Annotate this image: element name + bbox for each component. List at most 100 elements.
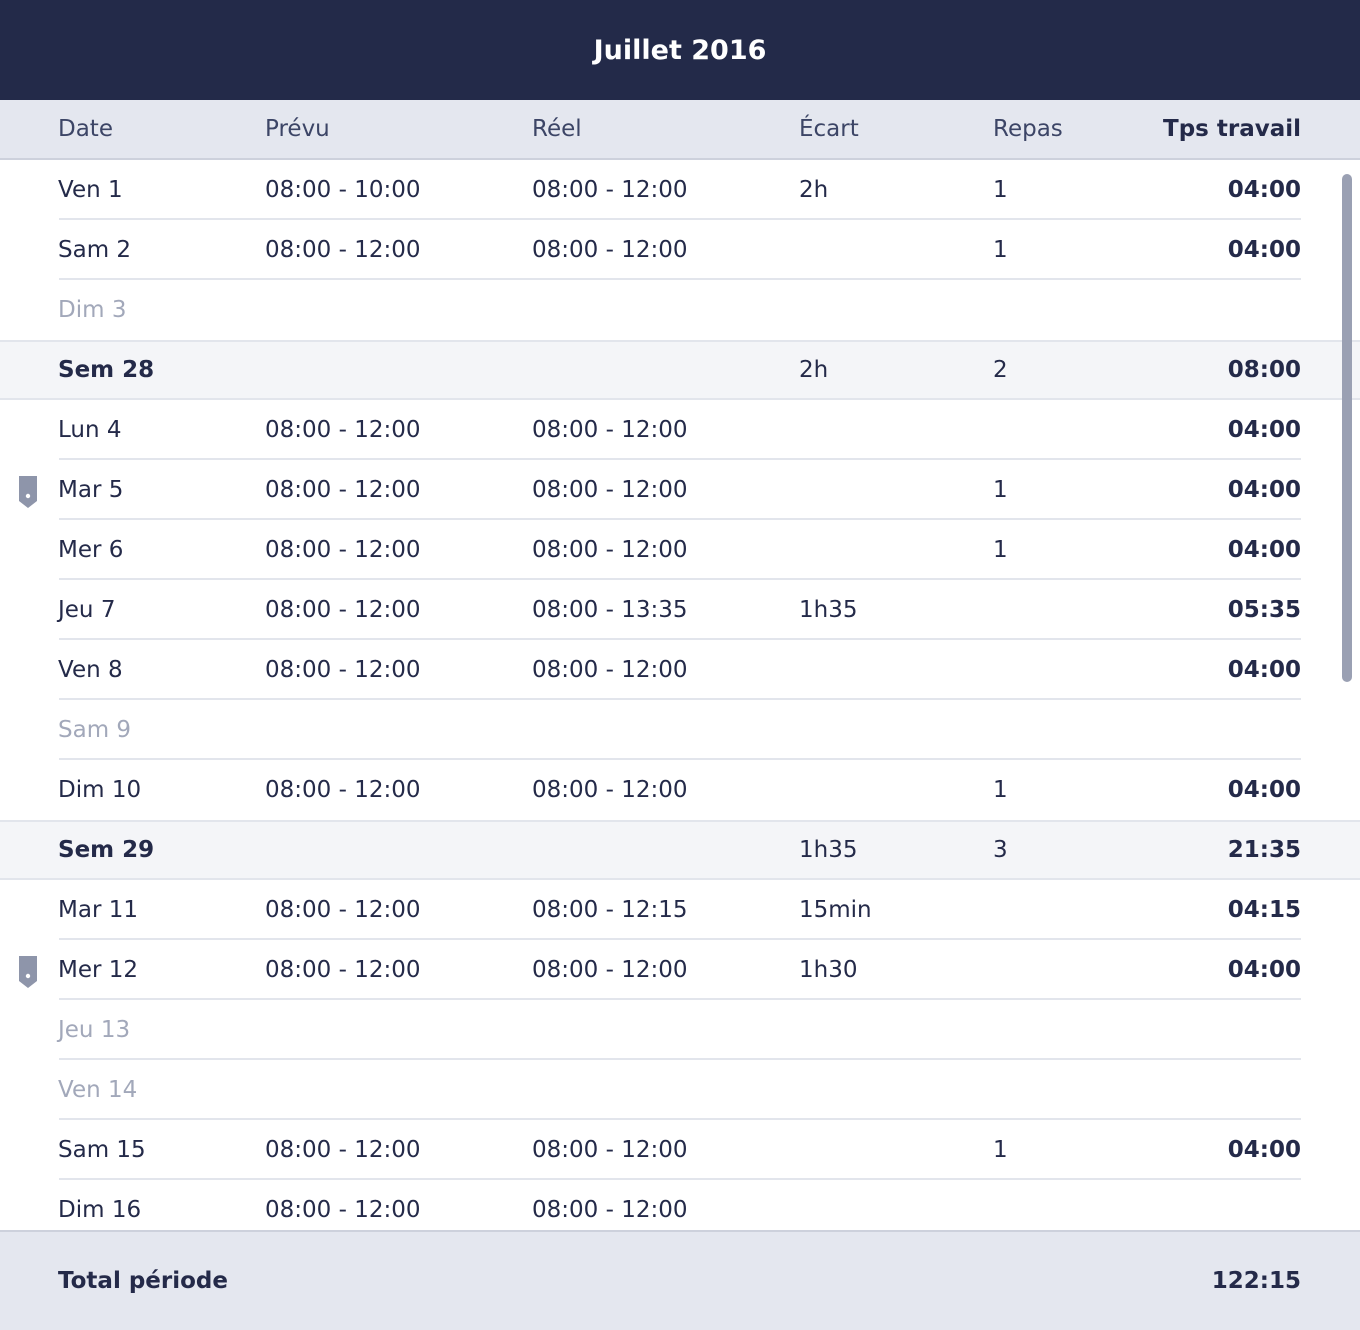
cell-prevu: 08:00 - 12:00 <box>265 597 421 623</box>
month-title: Juillet 2016 <box>593 34 767 66</box>
cell-tps: 04:00 <box>1227 237 1301 263</box>
table-row[interactable]: Jeu 7 08:00 - 12:00 08:00 - 13:35 1h35 05:35 <box>0 580 1360 640</box>
cell-repas: 1 <box>993 777 1008 803</box>
cell-tps: 08:00 <box>1227 357 1301 383</box>
cell-reel: 08:00 - 13:35 <box>532 597 688 623</box>
cell-prevu: 08:00 - 12:00 <box>265 417 421 443</box>
cell-date: Dim 16 <box>58 1197 142 1223</box>
cell-prevu: 08:00 - 12:00 <box>265 777 421 803</box>
scrollbar-thumb[interactable] <box>1342 174 1352 682</box>
total-value: 122:15 <box>1211 1268 1301 1294</box>
cell-tps: 04:00 <box>1227 477 1301 503</box>
cell-date: Sem 28 <box>58 357 155 383</box>
cell-reel: 08:00 - 12:00 <box>532 777 688 803</box>
cell-date: Sam 15 <box>58 1137 146 1163</box>
cell-ecart: 1h35 <box>799 597 858 623</box>
table-row[interactable]: Sam 15 08:00 - 12:00 08:00 - 12:00 1 04:00 <box>0 1120 1360 1180</box>
table-row[interactable]: Dim 10 08:00 - 12:00 08:00 - 12:00 1 04:00 <box>0 760 1360 820</box>
cell-reel: 08:00 - 12:00 <box>532 1197 688 1223</box>
cell-date: Sam 2 <box>58 237 132 263</box>
cell-ecart: 1h35 <box>799 837 858 863</box>
cell-prevu: 08:00 - 12:00 <box>265 657 421 683</box>
cell-reel: 08:00 - 12:00 <box>532 177 688 203</box>
table-row[interactable]: Jeu 13 <box>0 1000 1360 1060</box>
cell-prevu: 08:00 - 12:00 <box>265 1197 421 1223</box>
week-summary-row[interactable]: Sem 29 1h35 3 21:35 <box>0 820 1360 880</box>
cell-prevu: 08:00 - 12:00 <box>265 957 421 983</box>
cell-tps: 04:00 <box>1227 777 1301 803</box>
timesheet-table-body[interactable]: Ven 1 08:00 - 10:00 08:00 - 12:00 2h 1 04:00 S… <box>0 160 1360 1230</box>
cell-reel: 08:00 - 12:00 <box>532 237 688 263</box>
cell-date: Sem 29 <box>58 837 155 863</box>
cell-repas: 2 <box>993 357 1008 383</box>
cell-reel: 08:00 - 12:00 <box>532 1137 688 1163</box>
cell-prevu: 08:00 - 12:00 <box>265 897 421 923</box>
cell-reel: 08:00 - 12:00 <box>532 537 688 563</box>
cell-repas: 1 <box>993 1137 1008 1163</box>
cell-reel: 08:00 - 12:00 <box>532 477 688 503</box>
cell-repas: 1 <box>993 477 1008 503</box>
cell-ecart: 2h <box>799 177 829 203</box>
table-row[interactable]: Mar 5 08:00 - 12:00 08:00 - 12:00 1 04:00 <box>0 460 1360 520</box>
week-summary-row[interactable]: Sem 28 2h 2 08:00 <box>0 340 1360 400</box>
col-header-ecart[interactable]: Écart <box>799 100 859 158</box>
cell-prevu: 08:00 - 12:00 <box>265 1137 421 1163</box>
cell-date: Jeu 7 <box>58 597 116 623</box>
table-row[interactable]: Lun 4 08:00 - 12:00 08:00 - 12:00 04:00 <box>0 400 1360 460</box>
cell-prevu: 08:00 - 10:00 <box>265 177 421 203</box>
cell-tps: 04:15 <box>1227 897 1301 923</box>
cell-date: Dim 10 <box>58 777 142 803</box>
cell-ecart: 2h <box>799 357 829 383</box>
cell-repas: 1 <box>993 237 1008 263</box>
cell-date: Mar 11 <box>58 897 138 923</box>
cell-date: Ven 1 <box>58 177 123 203</box>
total-label: Total période <box>58 1268 228 1294</box>
col-header-prevu[interactable]: Prévu <box>265 100 330 158</box>
cell-repas: 1 <box>993 537 1008 563</box>
bookmark-icon[interactable] <box>18 476 38 508</box>
col-header-repas[interactable]: Repas <box>993 100 1063 158</box>
total-footer: Total période 122:15 <box>0 1230 1360 1330</box>
table-row[interactable]: Mar 11 08:00 - 12:00 08:00 - 12:15 15min 04:… <box>0 880 1360 940</box>
bookmark-icon[interactable] <box>18 956 38 988</box>
cell-ecart: 1h30 <box>799 957 858 983</box>
col-header-date[interactable]: Date <box>58 100 113 158</box>
table-row[interactable]: Sam 9 <box>0 700 1360 760</box>
cell-repas: 1 <box>993 177 1008 203</box>
cell-reel: 08:00 - 12:00 <box>532 417 688 443</box>
col-header-tps[interactable]: Tps travail <box>1163 100 1301 158</box>
table-row[interactable]: Ven 14 <box>0 1060 1360 1120</box>
cell-date: Lun 4 <box>58 417 122 443</box>
cell-date: Mer 12 <box>58 957 139 983</box>
cell-reel: 08:00 - 12:00 <box>532 657 688 683</box>
table-row[interactable]: Dim 16 08:00 - 12:00 08:00 - 12:00 <box>0 1180 1360 1230</box>
cell-tps: 04:00 <box>1227 537 1301 563</box>
cell-date: Dim 3 <box>58 297 127 323</box>
table-row[interactable]: Mer 6 08:00 - 12:00 08:00 - 12:00 1 04:00 <box>0 520 1360 580</box>
table-row[interactable]: Mer 12 08:00 - 12:00 08:00 - 12:00 1h30 04:0… <box>0 940 1360 1000</box>
cell-tps: 04:00 <box>1227 957 1301 983</box>
table-row[interactable]: Ven 8 08:00 - 12:00 08:00 - 12:00 04:00 <box>0 640 1360 700</box>
cell-date: Ven 8 <box>58 657 123 683</box>
cell-tps: 04:00 <box>1227 1137 1301 1163</box>
cell-prevu: 08:00 - 12:00 <box>265 237 421 263</box>
table-row[interactable]: Sam 2 08:00 - 12:00 08:00 - 12:00 1 04:00 <box>0 220 1360 280</box>
cell-date: Sam 9 <box>58 717 132 743</box>
column-header-row: Date Prévu Réel Écart Repas Tps travail <box>0 100 1360 160</box>
cell-reel: 08:00 - 12:15 <box>532 897 688 923</box>
cell-date: Mer 6 <box>58 537 124 563</box>
col-header-reel[interactable]: Réel <box>532 100 582 158</box>
month-title-bar: Juillet 2016 <box>0 0 1360 100</box>
cell-reel: 08:00 - 12:00 <box>532 957 688 983</box>
cell-repas: 3 <box>993 837 1008 863</box>
cell-date: Jeu 13 <box>58 1017 131 1043</box>
table-row[interactable]: Dim 3 <box>0 280 1360 340</box>
cell-ecart: 15min <box>799 897 872 923</box>
cell-prevu: 08:00 - 12:00 <box>265 477 421 503</box>
cell-prevu: 08:00 - 12:00 <box>265 537 421 563</box>
cell-tps: 04:00 <box>1227 177 1301 203</box>
cell-tps: 21:35 <box>1227 837 1301 863</box>
cell-tps: 04:00 <box>1227 417 1301 443</box>
table-row[interactable]: Ven 1 08:00 - 10:00 08:00 - 12:00 2h 1 04:00 <box>0 160 1360 220</box>
cell-tps: 04:00 <box>1227 657 1301 683</box>
